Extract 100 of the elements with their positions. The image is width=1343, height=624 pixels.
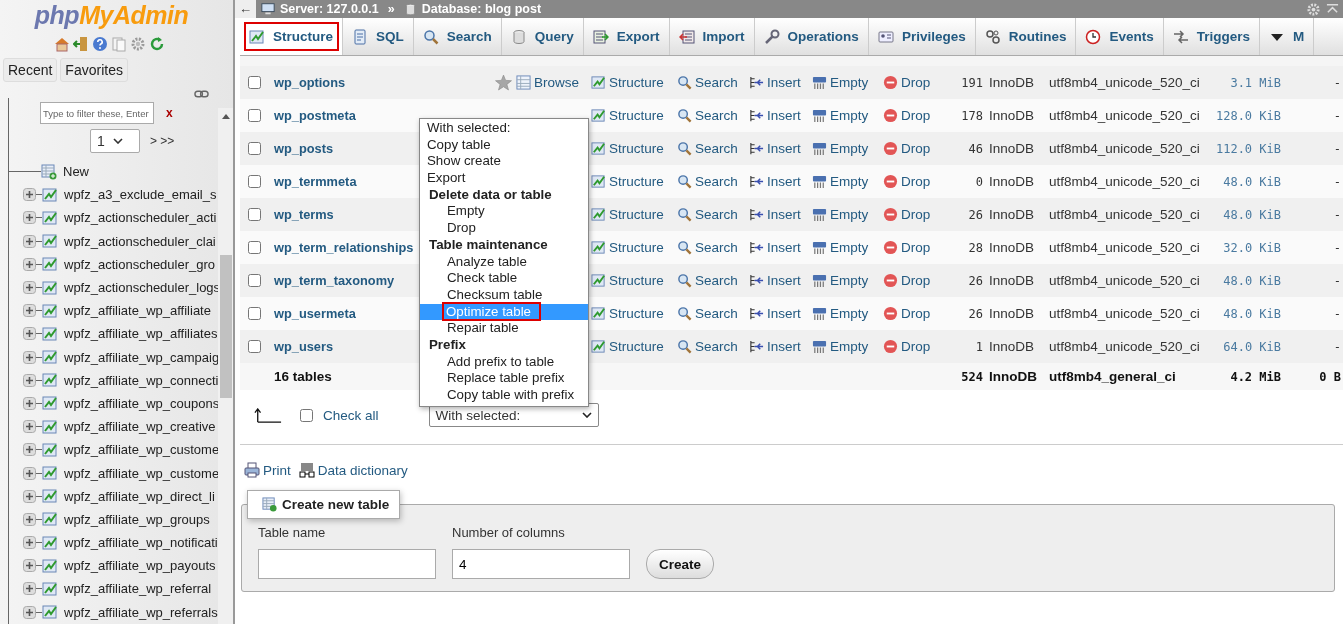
check-all-link[interactable]: Check all bbox=[323, 407, 379, 423]
drop-link[interactable]: Drop bbox=[883, 141, 931, 156]
create-button[interactable]: Create bbox=[646, 549, 715, 579]
search-link[interactable]: Search bbox=[677, 306, 738, 321]
table-structure-icon[interactable] bbox=[42, 233, 58, 250]
table-link[interactable]: wpfz_affiliate_wp_referral bbox=[64, 581, 212, 597]
table-structure-icon[interactable] bbox=[42, 349, 58, 366]
check-all-checkbox[interactable] bbox=[300, 408, 313, 422]
menu-item[interactable]: Analyze table bbox=[420, 253, 588, 271]
table-link[interactable]: wpfz_affiliate_wp_referrals bbox=[64, 604, 218, 620]
table-structure-icon[interactable] bbox=[42, 395, 58, 412]
nav-tab[interactable]: Search bbox=[413, 18, 502, 55]
menu-item[interactable]: Checksum table bbox=[420, 286, 588, 304]
print-link[interactable]: Print bbox=[244, 462, 291, 478]
expand-icon[interactable] bbox=[23, 234, 36, 248]
new-table-link[interactable]: New bbox=[63, 164, 89, 180]
table-link[interactable]: wpfz_affiliate_wp_payouts bbox=[64, 558, 216, 574]
drop-link[interactable]: Drop bbox=[883, 306, 931, 321]
table-name-link[interactable]: wp_usermeta bbox=[268, 306, 356, 321]
expand-icon[interactable] bbox=[23, 257, 36, 271]
menu-item[interactable]: Copy table with prefix bbox=[420, 387, 588, 404]
insert-link[interactable]: Insert bbox=[749, 240, 801, 255]
reload-icon[interactable] bbox=[148, 36, 165, 52]
nav-tab[interactable]: Operations bbox=[754, 18, 869, 55]
home-icon[interactable] bbox=[53, 36, 70, 52]
server-link[interactable]: Server: 127.0.0.1 bbox=[280, 2, 379, 16]
expand-icon[interactable] bbox=[23, 559, 36, 573]
menu-item[interactable]: With selected: bbox=[420, 120, 588, 137]
table-name-link[interactable]: wp_posts bbox=[268, 141, 334, 156]
expand-icon[interactable] bbox=[23, 605, 36, 619]
table-link[interactable]: wpfz_actionscheduler_clai bbox=[64, 233, 216, 249]
row-checkbox[interactable] bbox=[247, 142, 261, 155]
table-name-link[interactable]: wp_postmeta bbox=[268, 108, 356, 123]
settings-icon[interactable] bbox=[1306, 1, 1321, 17]
structure-link[interactable]: Structure bbox=[591, 174, 664, 189]
insert-link[interactable]: Insert bbox=[749, 306, 801, 321]
empty-link[interactable]: Empty bbox=[812, 75, 869, 90]
table-structure-icon[interactable] bbox=[42, 372, 58, 389]
menu-item[interactable]: Check table bbox=[420, 270, 588, 287]
scroll-up-icon[interactable] bbox=[221, 114, 230, 119]
menu-item[interactable]: Copy table bbox=[420, 136, 588, 154]
expand-icon[interactable] bbox=[23, 536, 36, 550]
settings-icon[interactable] bbox=[129, 36, 146, 52]
search-link[interactable]: Search bbox=[677, 240, 738, 255]
expand-icon[interactable] bbox=[23, 327, 36, 341]
filter-input[interactable]: Type to filter these, Enter bbox=[40, 102, 154, 124]
search-link[interactable]: Search bbox=[677, 108, 738, 123]
menu-item[interactable]: Export bbox=[420, 170, 588, 187]
search-link[interactable]: Search bbox=[677, 75, 738, 90]
columns-input[interactable]: 4 bbox=[452, 549, 630, 579]
table-name-link[interactable]: wp_term_relationships bbox=[268, 240, 414, 255]
table-structure-icon[interactable] bbox=[42, 325, 58, 342]
nav-tab-button[interactable]: Recent bbox=[3, 58, 58, 82]
table-structure-icon[interactable] bbox=[42, 209, 58, 226]
table-structure-icon[interactable] bbox=[42, 418, 58, 435]
table-name-link[interactable]: wp_users bbox=[268, 339, 334, 354]
empty-link[interactable]: Empty bbox=[812, 108, 869, 123]
expand-icon[interactable] bbox=[23, 304, 36, 318]
table-link[interactable]: wpfz_affiliate_wp_notificati bbox=[64, 535, 218, 551]
page-nav-link[interactable]: > >> bbox=[150, 134, 175, 148]
row-checkbox[interactable] bbox=[247, 76, 261, 89]
table-structure-icon[interactable] bbox=[42, 302, 58, 319]
table-structure-icon[interactable] bbox=[42, 256, 58, 273]
insert-link[interactable]: Insert bbox=[749, 339, 801, 354]
database-link[interactable]: Database: blog post bbox=[421, 2, 542, 16]
table-link[interactable]: wpfz_affiliate_wp_affiliate bbox=[64, 303, 211, 319]
insert-link[interactable]: Insert bbox=[749, 207, 801, 222]
clear-filter-link[interactable]: x bbox=[166, 106, 173, 120]
row-checkbox[interactable] bbox=[247, 109, 261, 122]
row-checkbox[interactable] bbox=[247, 340, 261, 353]
table-link[interactable]: wpfz_affiliate_wp_custome bbox=[64, 465, 220, 481]
table-link[interactable]: wpfz_affiliate_wp_affiliates bbox=[64, 326, 218, 342]
expand-icon[interactable] bbox=[23, 211, 36, 225]
drop-link[interactable]: Drop bbox=[883, 273, 931, 288]
table-structure-icon[interactable] bbox=[42, 441, 58, 458]
expand-icon[interactable] bbox=[23, 396, 36, 410]
row-checkbox[interactable] bbox=[247, 307, 261, 320]
menu-item[interactable]: Empty bbox=[420, 203, 588, 221]
insert-link[interactable]: Insert bbox=[749, 174, 801, 189]
star-icon[interactable] bbox=[494, 74, 512, 91]
table-structure-icon[interactable] bbox=[42, 488, 58, 505]
structure-link[interactable]: Structure bbox=[591, 240, 664, 255]
search-link[interactable]: Search bbox=[677, 174, 738, 189]
empty-link[interactable]: Empty bbox=[812, 207, 869, 222]
expand-icon[interactable] bbox=[23, 350, 36, 364]
nav-tab[interactable]: Privileges bbox=[868, 18, 976, 55]
nav-tab[interactable]: Triggers bbox=[1163, 18, 1260, 55]
menu-item[interactable]: Add prefix to table bbox=[420, 353, 588, 371]
insert-link[interactable]: Insert bbox=[749, 141, 801, 156]
table-link[interactable]: wpfz_affiliate_wp_direct_li bbox=[64, 488, 215, 504]
row-checkbox[interactable] bbox=[247, 208, 261, 221]
expand-icon[interactable] bbox=[23, 373, 36, 387]
nav-tab[interactable]: Routines bbox=[975, 18, 1077, 55]
search-link[interactable]: Search bbox=[677, 339, 738, 354]
menu-item[interactable]: Show create bbox=[420, 153, 588, 171]
table-name-link[interactable]: wp_termmeta bbox=[268, 174, 357, 189]
logo-text[interactable]: phpMyAdmin bbox=[0, 0, 233, 30]
drop-link[interactable]: Drop bbox=[883, 339, 931, 354]
link-icon[interactable] bbox=[194, 90, 209, 98]
collapse-icon[interactable] bbox=[1326, 2, 1339, 16]
